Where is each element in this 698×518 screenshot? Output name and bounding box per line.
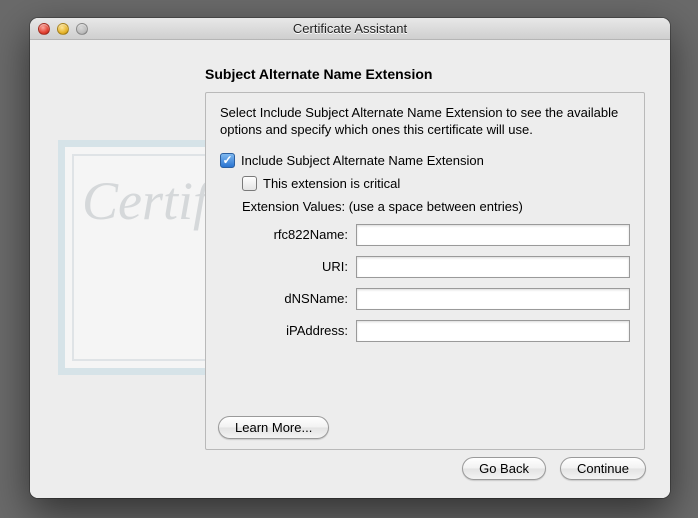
dns-row: dNSName: [220, 288, 630, 310]
ip-label: iPAddress: [220, 323, 356, 338]
dns-label: dNSName: [220, 291, 356, 306]
rfc822-label: rfc822Name: [220, 227, 356, 242]
minimize-icon[interactable] [57, 23, 69, 35]
dns-input[interactable] [356, 288, 630, 310]
close-icon[interactable] [38, 23, 50, 35]
window-body: Certific Subject Alternate Name Extensio… [30, 40, 670, 498]
uri-label: URI: [220, 259, 356, 274]
window: Certificate Assistant Certific Subject A… [30, 18, 670, 498]
zoom-icon [76, 23, 88, 35]
titlebar: Certificate Assistant [30, 18, 670, 40]
page-title: Subject Alternate Name Extension [205, 66, 432, 82]
go-back-button[interactable]: Go Back [462, 457, 546, 480]
critical-row: This extension is critical [242, 176, 630, 191]
uri-input[interactable] [356, 256, 630, 278]
rfc822-row: rfc822Name: [220, 224, 630, 246]
critical-checkbox[interactable] [242, 176, 257, 191]
window-controls [38, 23, 88, 35]
extension-values-label: Extension Values: (use a space between e… [242, 199, 630, 214]
ip-input[interactable] [356, 320, 630, 342]
intro-text: Select Include Subject Alternate Name Ex… [220, 105, 630, 139]
footer-buttons: Go Back Continue [462, 457, 646, 480]
include-extension-label: Include Subject Alternate Name Extension [241, 153, 484, 168]
ip-row: iPAddress: [220, 320, 630, 342]
uri-row: URI: [220, 256, 630, 278]
continue-button[interactable]: Continue [560, 457, 646, 480]
critical-label: This extension is critical [263, 176, 400, 191]
learn-more-button[interactable]: Learn More... [218, 416, 329, 439]
include-extension-checkbox[interactable] [220, 153, 235, 168]
content-panel: Select Include Subject Alternate Name Ex… [205, 92, 645, 450]
rfc822-input[interactable] [356, 224, 630, 246]
include-extension-row: Include Subject Alternate Name Extension [220, 153, 630, 168]
window-title: Certificate Assistant [30, 21, 670, 36]
